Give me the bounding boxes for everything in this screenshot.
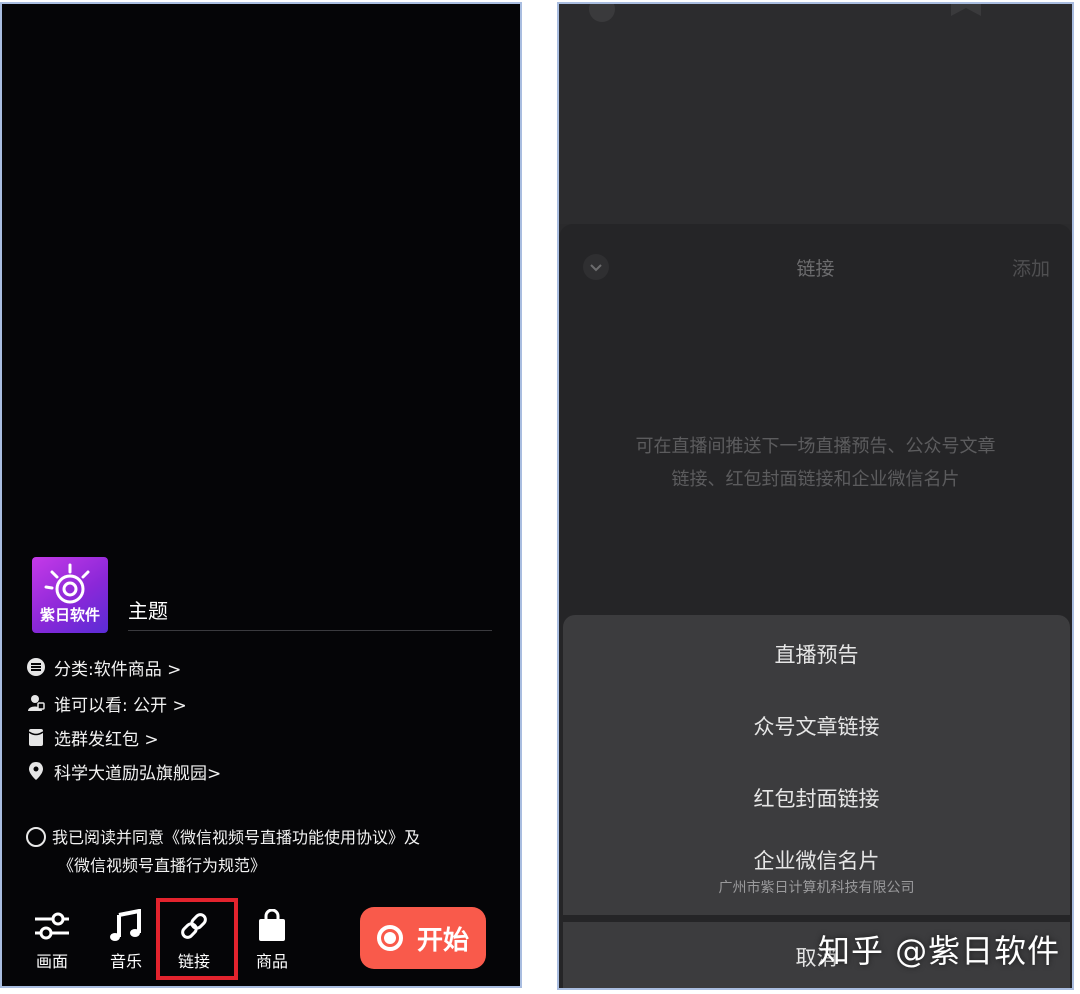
tool-picture[interactable]: 画面 xyxy=(22,906,82,972)
location-row[interactable]: 科学大道励弘旗舰园> xyxy=(26,759,222,784)
agreement: 我已阅读并同意《微信视频号直播功能使用协议》及 《微信视频号直播行为规范》 xyxy=(26,824,420,880)
hint-line2: 链接、红包封面链接和企业微信名片 xyxy=(671,469,960,490)
tool-products[interactable]: 商品 xyxy=(242,906,302,972)
music-note-icon xyxy=(96,906,156,946)
sheet-title: 链接 xyxy=(796,258,835,280)
bookmark-icon xyxy=(949,4,983,32)
app-logo: 紫日软件 xyxy=(32,557,108,633)
menu-item-red-packet-cover[interactable]: 红包封面链接 xyxy=(563,783,1070,813)
location-pin-icon xyxy=(26,761,46,781)
record-icon xyxy=(376,925,403,951)
topic-underline xyxy=(128,630,492,631)
hint-text: 可在直播间推送下一场直播预告、公众号文章 链接、红包封面链接和企业微信名片 xyxy=(599,430,1032,496)
red-packet-row[interactable]: 选群发红包 > xyxy=(26,725,159,750)
sliders-icon xyxy=(22,906,82,946)
hint-line1: 可在直播间推送下一场直播预告、公众号文章 xyxy=(635,436,996,457)
topic-input[interactable]: 主题 xyxy=(128,595,168,624)
tool-label: 音乐 xyxy=(109,952,142,971)
action-menu: 直播预告 众号文章链接 红包封面链接 企业微信名片 广州市紫日计算机科技有限公司 xyxy=(563,615,1070,915)
start-label: 开始 xyxy=(416,925,469,956)
tool-label: 商品 xyxy=(255,952,288,971)
category-row[interactable]: 分类:软件商品 > xyxy=(26,655,182,680)
menu-item-live-preview[interactable]: 直播预告 xyxy=(563,639,1070,669)
agree-radio[interactable] xyxy=(26,827,46,847)
close-icon xyxy=(587,4,617,32)
visibility-row[interactable]: 谁可以看: 公开 > xyxy=(26,691,187,716)
location-label: 科学大道励弘旗舰园> xyxy=(54,763,222,784)
watermark: 知乎 @紫日软件 xyxy=(818,932,1061,970)
menu-item-work-card-sub: 广州市紫日计算机科技有限公司 xyxy=(718,880,915,896)
start-live-button[interactable]: 开始 xyxy=(360,907,486,969)
add-button[interactable]: 添加 xyxy=(1012,254,1050,281)
category-label: 分类:软件商品 > xyxy=(54,659,182,680)
tool-label: 画面 xyxy=(35,952,68,971)
red-packet-icon xyxy=(26,727,46,747)
shopping-bag-icon xyxy=(242,906,302,946)
live-setup-screen: 紫日软件 主题 分类:软件商品 > 谁可以看: 公开 > 选群发红包 > 科学大… xyxy=(0,2,522,988)
visibility-label: 谁可以看: 公开 > xyxy=(54,695,187,716)
red-packet-label: 选群发红包 > xyxy=(54,729,159,750)
agreement-line1[interactable]: 我已阅读并同意《微信视频号直播功能使用协议》及 xyxy=(52,828,420,847)
user-icon xyxy=(26,693,46,713)
link-highlight-box xyxy=(156,898,238,980)
link-sheet-screen: 链接 添加 可在直播间推送下一场直播预告、公众号文章 链接、红包封面链接和企业微… xyxy=(557,2,1074,990)
list-icon xyxy=(26,657,46,677)
preview-area xyxy=(559,4,1072,224)
menu-item-work-card[interactable]: 企业微信名片 xyxy=(563,845,1070,875)
logo-text: 紫日软件 xyxy=(39,606,100,624)
agreement-line2[interactable]: 《微信视频号直播行为规范》 xyxy=(26,852,420,880)
tool-music[interactable]: 音乐 xyxy=(96,906,156,972)
menu-item-article-link[interactable]: 众号文章链接 xyxy=(563,711,1070,741)
